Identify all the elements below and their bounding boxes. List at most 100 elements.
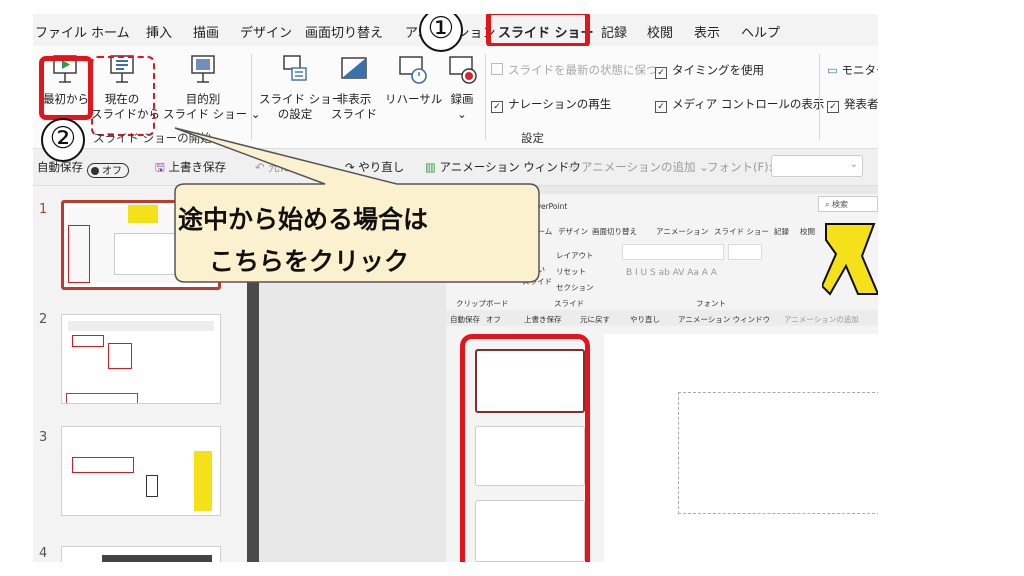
font-label: フォント(F): xyxy=(707,160,773,174)
inner-add-animation-button[interactable]: アニメーションの追加 xyxy=(784,314,859,325)
inner-slide-group-label: スライド xyxy=(554,299,584,308)
inner-slide-canvas[interactable] xyxy=(604,334,878,562)
show-media-controls-label: メディア コントロールの表示 xyxy=(672,97,825,111)
hide-slide-button[interactable]: 非表示 スライド xyxy=(331,54,377,122)
thumbnail-highlight-box xyxy=(66,393,138,403)
tab-file[interactable]: ファイル xyxy=(35,22,87,41)
checkmark-icon: ✓ xyxy=(491,101,503,113)
record-label-1: 録画 xyxy=(450,92,474,106)
thumbnail-highlight-box xyxy=(72,457,134,473)
inner-save-button[interactable]: 上書き保存 xyxy=(524,314,562,325)
hide-slide-label-1: 非表示 xyxy=(336,92,372,106)
tab-review[interactable]: 校閲 xyxy=(647,22,673,41)
inner-autosave-label: 自動保存 xyxy=(450,315,480,324)
thumbnail-number: 1 xyxy=(39,202,48,217)
custom-show-icon xyxy=(191,55,215,83)
inner-slide-thumbnail[interactable] xyxy=(475,500,585,562)
inner-slide-thumbnail[interactable] xyxy=(475,349,585,413)
inner-undo-button[interactable]: 元に戻す xyxy=(580,314,610,325)
inner-tab[interactable]: 記録 xyxy=(774,226,789,237)
tab-help[interactable]: ヘルプ xyxy=(741,22,780,41)
monitor-label: モニター: xyxy=(841,63,878,77)
slide-thumbnail[interactable] xyxy=(61,314,221,404)
inner-tab[interactable]: 画面切り替え xyxy=(592,226,637,237)
inner-placeholder xyxy=(678,392,878,514)
use-timings-checkbox[interactable]: ✓ タイミングを使用 xyxy=(655,62,764,79)
inner-layout-button[interactable]: レイアウト xyxy=(556,250,594,261)
inner-autosave-state[interactable]: オフ xyxy=(486,314,501,325)
monitor-dropdown[interactable]: ▭ モニター: xyxy=(827,62,878,78)
inner-tab[interactable]: アニメーション xyxy=(656,226,708,237)
hide-slide-icon xyxy=(341,57,367,79)
thumbnail-content xyxy=(68,321,214,331)
custom-show-label-2: スライド ショー ⌄ xyxy=(163,107,261,121)
font-select[interactable]: ⌄ xyxy=(771,155,863,177)
inner-slide-thumbnail[interactable] xyxy=(475,426,585,486)
search-icon: ⌕ xyxy=(825,200,833,209)
inner-format-icons[interactable]: B I U S ab AV Aa A A xyxy=(626,268,717,278)
thumbnail-highlight-box xyxy=(108,343,132,369)
ribbon-separator xyxy=(819,54,820,140)
tab-transitions[interactable]: 画面切り替え xyxy=(305,22,383,41)
checkmark-icon: ✓ xyxy=(655,67,667,79)
rehearse-label: リハーサル xyxy=(385,92,443,106)
slide-thumbnail[interactable] xyxy=(61,546,221,562)
inner-search-box[interactable]: ⌕ 検索 xyxy=(818,196,878,212)
tab-design[interactable]: デザイン xyxy=(240,22,292,41)
chevron-down-icon: ⌄ xyxy=(849,159,858,170)
presenter-label: 発表者 xyxy=(844,97,878,111)
use-timings-label: タイミングを使用 xyxy=(672,63,764,77)
powerpoint-window: ファイル ホーム 挿入 描画 デザイン 画面切り替え アニメーション スライド … xyxy=(33,14,878,562)
record-button[interactable]: 録画 ⌄ xyxy=(443,54,481,122)
show-media-controls-checkbox[interactable]: ✓ メディア コントロールの表示 xyxy=(655,96,824,113)
tab-view[interactable]: 表示 xyxy=(694,22,720,41)
tab-insert[interactable]: 挿入 xyxy=(146,22,172,41)
tab-draw[interactable]: 描画 xyxy=(193,22,219,41)
inner-animation-window-button[interactable]: アニメーション ウィンドウ xyxy=(678,314,770,325)
thumbnail-number: 2 xyxy=(39,312,48,327)
record-icon xyxy=(449,56,477,84)
set-up-slide-show-button[interactable]: スライド ショー の設定 xyxy=(259,54,343,122)
callout-line-1: 途中から始める場合は xyxy=(178,205,429,234)
add-animation-label: アニメーションの追加 xyxy=(580,160,696,174)
autosave-toggle[interactable]: 自動保存 オフ xyxy=(37,159,133,178)
add-animation-button[interactable]: ☆ アニメーションの追加 ⌄ xyxy=(567,159,709,175)
keep-slides-updated-checkbox[interactable]: スライドを最新の状態に保つ xyxy=(491,62,658,78)
thumbnail-highlight-box xyxy=(72,335,104,347)
thumbnail-yellow-mark xyxy=(194,451,212,511)
step-badge-2: ② xyxy=(41,118,85,162)
thumbnail-highlight-box xyxy=(68,225,90,283)
inner-font-group-label: フォント xyxy=(696,299,726,308)
presenter-view-checkbox[interactable]: ✓ 発表者 xyxy=(827,96,878,113)
inner-quick-access-toolbar: 自動保存 オフ 上書き保存 元に戻す やり直し アニメーション ウィンドウ アニ… xyxy=(446,310,878,326)
thumbnail-number: 3 xyxy=(39,430,48,445)
tab-record[interactable]: 記録 xyxy=(601,22,627,41)
inner-clipboard-group-label: クリップボード xyxy=(456,299,509,308)
checkbox-icon xyxy=(491,63,503,75)
from-beginning-highlight xyxy=(39,56,93,120)
checkmark-icon: ✓ xyxy=(655,101,667,113)
inner-tab[interactable]: 校閲 xyxy=(800,226,815,237)
inner-tab[interactable]: デザイン xyxy=(558,226,588,237)
inner-tab[interactable]: スライド ショー xyxy=(714,226,769,237)
setup-show-label-2: の設定 xyxy=(277,107,313,121)
keep-updated-label: スライドを最新の状態に保つ xyxy=(508,63,658,77)
custom-slide-show-button[interactable]: 目的別 スライド ショー ⌄ xyxy=(163,54,260,122)
play-narrations-checkbox[interactable]: ✓ ナレーションの再生 xyxy=(491,96,611,113)
tab-home[interactable]: ホーム xyxy=(91,22,130,41)
thumbnail-arrow xyxy=(146,475,158,497)
slide-thumbnail[interactable] xyxy=(61,426,221,516)
rehearse-timings-button[interactable]: リハーサル xyxy=(385,54,443,107)
callout-line-2: こちらをクリック xyxy=(209,247,410,276)
inner-font-name-box[interactable] xyxy=(622,244,724,260)
inner-reset-button[interactable]: リセット xyxy=(556,266,586,277)
rehearse-timer-icon xyxy=(399,56,427,84)
inner-section-button[interactable]: セクション xyxy=(556,282,594,293)
inner-redo-button[interactable]: やり直し xyxy=(630,314,660,325)
star-icon: ☆ xyxy=(567,160,581,174)
monitor-icon: ▭ xyxy=(827,63,842,77)
toggle-icon: オフ xyxy=(87,163,129,178)
play-narration-label: ナレーションの再生 xyxy=(508,97,612,111)
inner-font-size-box[interactable] xyxy=(728,244,762,260)
thumbnail-content xyxy=(102,555,212,562)
